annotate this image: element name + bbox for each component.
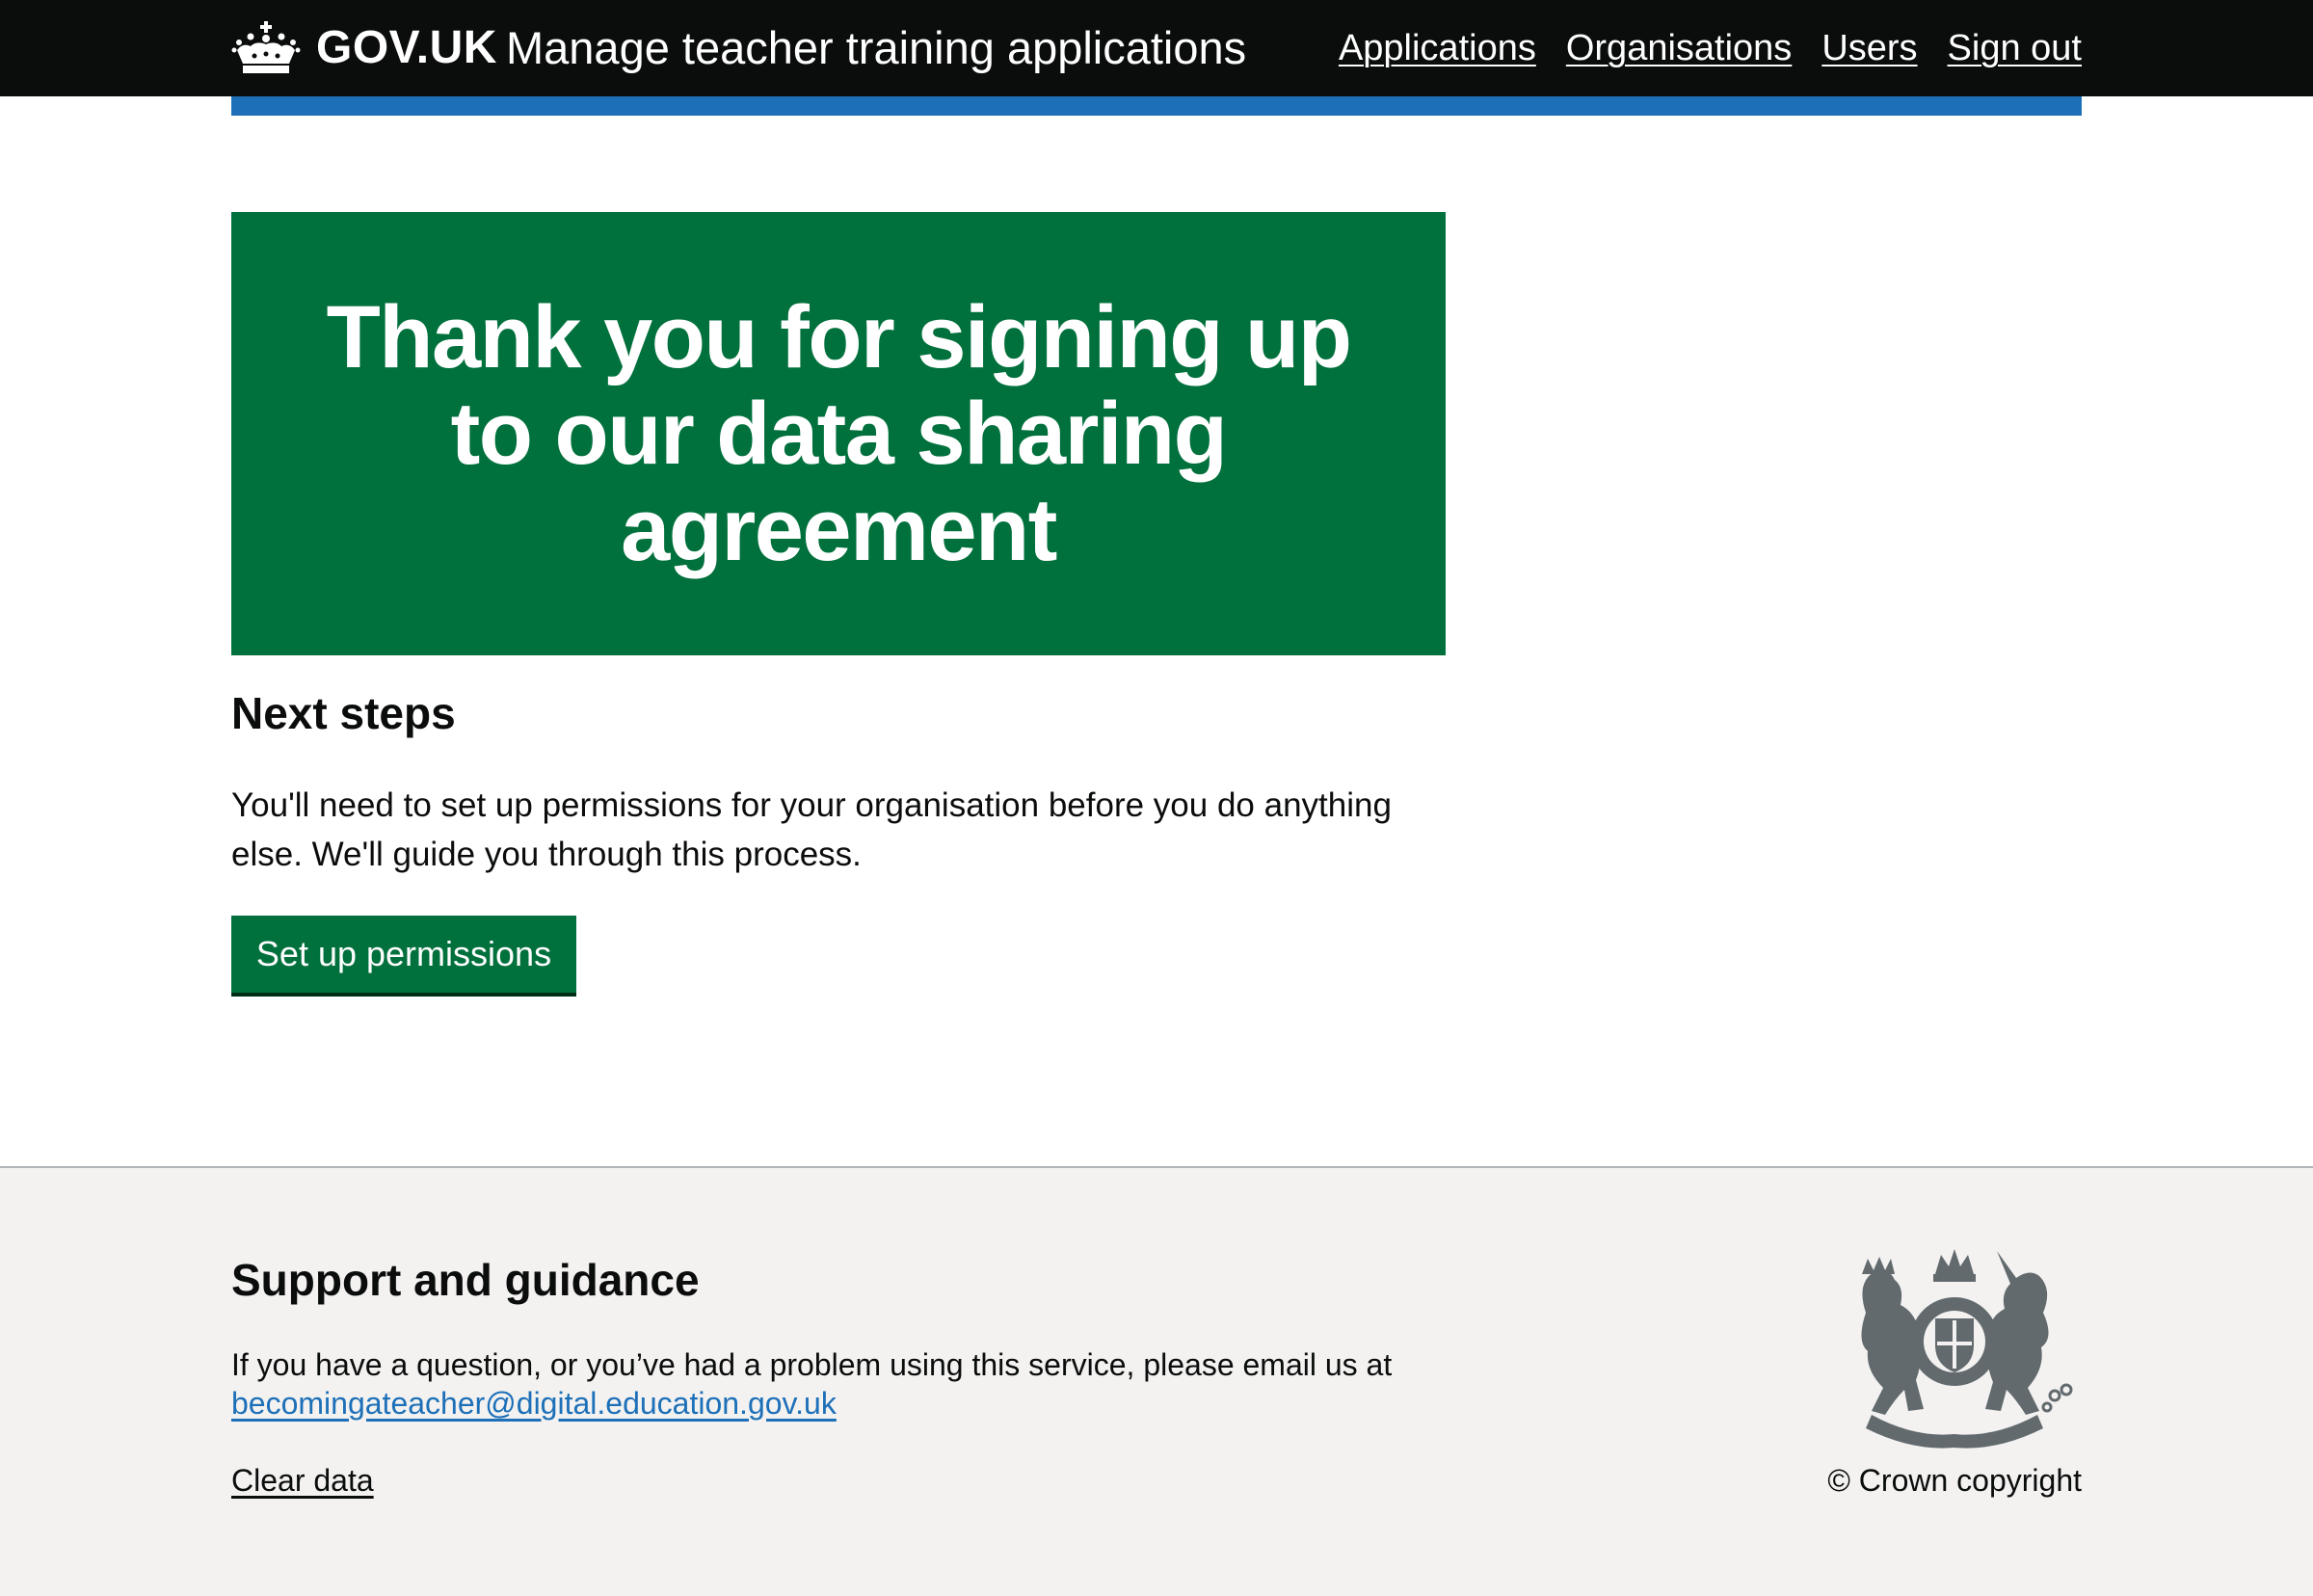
footer-support-text: If you have a question, or you’ve had a …	[231, 1347, 1393, 1382]
nav-link-sign-out[interactable]: Sign out	[1948, 19, 2082, 77]
govuk-logo-link[interactable]: GOV.UK	[231, 19, 497, 77]
clear-data-link[interactable]: Clear data	[231, 1461, 374, 1500]
nav-link-users[interactable]: Users	[1821, 19, 1917, 77]
nav-link-applications[interactable]: Applications	[1339, 19, 1536, 77]
footer-heading: Support and guidance	[231, 1255, 700, 1305]
support-email-link[interactable]: becomingateacher@digital.education.gov.u…	[231, 1384, 837, 1423]
logo-text: GOV.UK	[316, 22, 497, 73]
confirmation-panel: Thank you for signing up to our data sha…	[231, 212, 1446, 655]
site-header: GOV.UK Manage teacher training applicati…	[0, 0, 2313, 96]
site-footer: Support and guidance If you have a quest…	[0, 1166, 2313, 1596]
crown-icon	[231, 21, 301, 73]
royal-coat-of-arms-icon	[1861, 1249, 2073, 1449]
set-up-permissions-button[interactable]: Set up permissions	[231, 916, 576, 993]
nav-link-organisations[interactable]: Organisations	[1566, 19, 1792, 77]
service-name-link[interactable]: Manage teacher training applications	[506, 19, 1246, 77]
header-navigation: Applications Organisations Users Sign ou…	[1339, 19, 2082, 77]
panel-title: Thank you for signing up to our data sha…	[326, 288, 1352, 579]
crown-copyright: © Crown copyright	[1827, 1463, 2082, 1498]
next-steps-body: You'll need to set up permissions for yo…	[231, 786, 1392, 873]
next-steps-heading: Next steps	[231, 688, 456, 738]
header-blue-bar	[231, 96, 2082, 116]
